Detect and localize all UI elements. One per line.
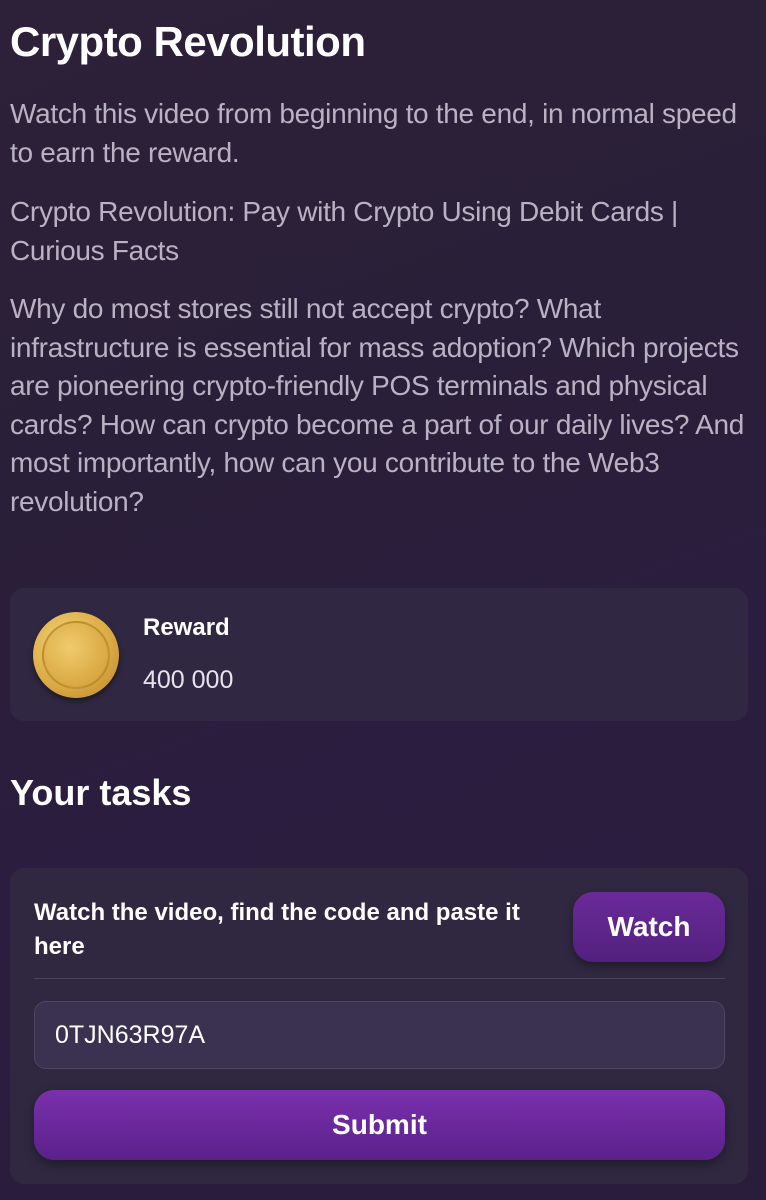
- gold-coin-icon: [33, 612, 119, 698]
- watch-button[interactable]: Watch: [573, 892, 725, 962]
- submit-button[interactable]: Submit: [34, 1090, 725, 1160]
- reward-value: 400 000: [143, 666, 234, 694]
- coin-inner-ring: [42, 621, 110, 689]
- tasks-heading: Your tasks: [10, 772, 192, 813]
- reward-label: Reward: [143, 614, 230, 641]
- instruction-text: Watch this video from beginning to the e…: [10, 98, 737, 168]
- task-divider: [34, 978, 725, 979]
- task-description: Watch the video, find the code and paste…: [34, 899, 520, 960]
- reward-card: Reward 400 000: [10, 588, 748, 721]
- page-title: Crypto Revolution: [10, 18, 366, 65]
- code-input[interactable]: [34, 1001, 725, 1069]
- task-card: Watch the video, find the code and paste…: [10, 868, 748, 1184]
- video-description: Why do most stores still not accept cryp…: [10, 293, 745, 517]
- video-title: Crypto Revolution: Pay with Crypto Using…: [10, 196, 679, 266]
